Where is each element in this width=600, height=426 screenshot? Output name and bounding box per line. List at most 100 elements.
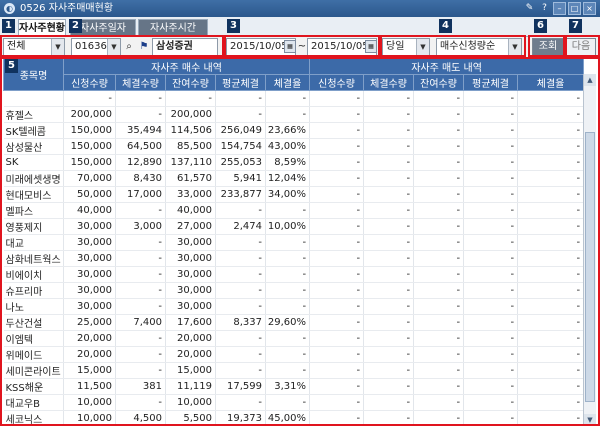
period-select[interactable]: 당일 ▼: [382, 38, 430, 56]
tab-treasury-status[interactable]: 자사주현황: [18, 19, 66, 37]
table-cell: 25,000: [63, 314, 116, 331]
stock-name-cell: KSS해운: [3, 378, 64, 395]
table-row[interactable]: ----------: [3, 90, 585, 107]
pin-icon[interactable]: ✎: [523, 2, 536, 15]
table-cell: -: [517, 298, 585, 315]
table-cell: -: [413, 298, 465, 315]
table-row[interactable]: 삼화네트웍스 30,000-30,000- - - - - - -: [3, 250, 585, 267]
table-row[interactable]: SK텔레콤 150,000 35,494 114,506 256,049 23,66% - -…: [3, 122, 585, 139]
column-header-sell-3[interactable]: 평균체결: [463, 74, 519, 91]
table-cell: 15,000: [63, 362, 116, 379]
table-cell: 30,000: [165, 234, 216, 251]
column-header-sell-2[interactable]: 잔여수량: [413, 74, 465, 91]
table-cell: -: [363, 90, 415, 107]
table-cell: -: [115, 362, 166, 379]
next-button[interactable]: 다음: [566, 38, 596, 56]
table-cell: -: [463, 298, 519, 315]
table-cell: -: [517, 346, 585, 363]
table-row[interactable]: 멜파스 40,000-40,000- - - - - - -: [3, 202, 585, 219]
table-cell: -: [413, 394, 465, 411]
table-row[interactable]: KSS해운 11,500 381 11,119 17,599 3,31% - - - - -: [3, 378, 585, 395]
chevron-down-icon[interactable]: ▼: [51, 39, 64, 55]
table-cell: 17,600: [165, 314, 216, 331]
table-cell: -: [363, 298, 415, 315]
table-row[interactable]: 현대모비스 50,000 17,000 33,000 233,877 34,00% - - - -…: [3, 186, 585, 203]
table-cell: -: [363, 170, 415, 187]
help-icon[interactable]: ?: [538, 2, 551, 15]
table-cell: -: [463, 122, 519, 139]
stock-code-input[interactable]: 016360 ▼: [71, 38, 121, 56]
table-cell: -: [309, 138, 365, 155]
column-header-buy-4[interactable]: 체결율: [264, 74, 311, 91]
table-cell: -: [215, 234, 266, 251]
stock-name-cell: [3, 90, 64, 107]
date-range-separator: ~: [297, 41, 307, 52]
table-row[interactable]: 슈프리마 30,000-30,000- - - - - - -: [3, 282, 585, 299]
scroll-up-icon[interactable]: ▲: [584, 74, 596, 86]
table-cell: -: [215, 90, 266, 107]
vertical-scrollbar[interactable]: ▲ ▼: [583, 74, 596, 426]
table-row[interactable]: 위메이드 20,000-20,000- - - - - - -: [3, 346, 585, 363]
column-header-buy-1[interactable]: 체결수량: [115, 74, 166, 91]
minimize-icon[interactable]: –: [553, 2, 566, 15]
sort-select[interactable]: 매수신청량순 ▼: [436, 38, 522, 56]
table-cell: 70,000: [63, 170, 116, 187]
search-icon[interactable]: ⌕: [122, 38, 136, 56]
column-header-buy-0[interactable]: 신청수량: [63, 74, 116, 91]
column-header-sell-4[interactable]: 체결율: [517, 74, 585, 91]
table-row[interactable]: 휴젤스 200,000-200,000- - - - - - -: [3, 106, 585, 123]
table-cell: -: [413, 330, 465, 347]
stock-name-cell: 세미콘라이트: [3, 362, 64, 379]
stock-name-cell: 위메이드: [3, 346, 64, 363]
market-select[interactable]: 전체 ▼: [3, 38, 65, 56]
column-header-buy-3[interactable]: 평균체결: [215, 74, 266, 91]
table-cell: -: [363, 218, 415, 235]
scroll-thumb[interactable]: [585, 132, 595, 402]
calendar-from-icon[interactable]: ▦: [284, 40, 296, 53]
table-row[interactable]: 두산건설 25,000 7,400 17,600 8,337 29,60% - - - - -: [3, 314, 585, 331]
column-header-sell-1[interactable]: 체결수량: [363, 74, 415, 91]
column-header-buy-2[interactable]: 잔여수량: [165, 74, 216, 91]
table-cell: -: [215, 298, 266, 315]
table-cell: 34,00%: [265, 186, 311, 203]
tab-treasury-time[interactable]: 자사주시간: [138, 19, 208, 37]
table-cell: 10,000: [63, 394, 116, 411]
annotation-marker-6: 6: [534, 19, 547, 33]
table-cell: 10,00%: [265, 218, 311, 235]
table-cell: 4,500: [115, 410, 166, 426]
calendar-to-icon[interactable]: ▦: [365, 40, 377, 53]
table-row[interactable]: 이엠텍 20,000-20,000- - - - - - -: [3, 330, 585, 347]
table-cell: -: [463, 138, 519, 155]
table-cell: -: [463, 250, 519, 267]
table-row[interactable]: SK 150,000 12,890 137,110 255,053 8,59% - - - - -: [3, 154, 585, 171]
table-row[interactable]: 세미콘라이트 15,000-15,000- - - - - - -: [3, 362, 585, 379]
table-cell: -: [517, 250, 585, 267]
table-row[interactable]: 세코닉스 10,000 4,500 5,500 19,373 45,00% - - - - -: [3, 410, 585, 426]
table-row[interactable]: 비에이치 30,000-30,000- - - - - - -: [3, 266, 585, 283]
chevron-down-icon[interactable]: ▼: [416, 39, 429, 55]
close-icon[interactable]: ×: [583, 2, 596, 15]
table-row[interactable]: 삼성물산 150,000 64,500 85,500 154,754 43,00% - - - -…: [3, 138, 585, 155]
table-row[interactable]: 대교 30,000-30,000- - - - - - -: [3, 234, 585, 251]
table-cell: -: [413, 186, 465, 203]
table-cell: 15,000: [165, 362, 216, 379]
broker-name-field: 삼성증권: [152, 38, 218, 56]
table-cell: 150,000: [63, 138, 116, 155]
table-row[interactable]: 미래에셋생명 70,000 8,430 61,570 5,941 12,04% - - - - -: [3, 170, 585, 187]
query-button[interactable]: 조회: [532, 38, 564, 56]
table-row[interactable]: 나노 30,000-30,000- - - - - - -: [3, 298, 585, 315]
chevron-down-icon[interactable]: ▼: [508, 39, 521, 55]
table-cell: 20,000: [63, 330, 116, 347]
stock-name-cell: 휴젤스: [3, 106, 64, 123]
table-row[interactable]: 영풍제지 30,000 3,000 27,000 2,474 10,00% - - - - -: [3, 218, 585, 235]
table-cell: 30,000: [63, 250, 116, 267]
scroll-down-icon[interactable]: ▼: [584, 414, 596, 426]
table-cell: -: [265, 394, 311, 411]
table-row[interactable]: 대교우B 10,000-10,000- - - - - - -: [3, 394, 585, 411]
table-cell: 33,000: [165, 186, 216, 203]
maximize-icon[interactable]: □: [568, 2, 581, 15]
column-header-sell-0[interactable]: 신청수량: [309, 74, 365, 91]
chevron-down-icon[interactable]: ▼: [107, 39, 120, 55]
table-cell: 3,000: [115, 218, 166, 235]
stock-name-cell: 이엠텍: [3, 330, 64, 347]
